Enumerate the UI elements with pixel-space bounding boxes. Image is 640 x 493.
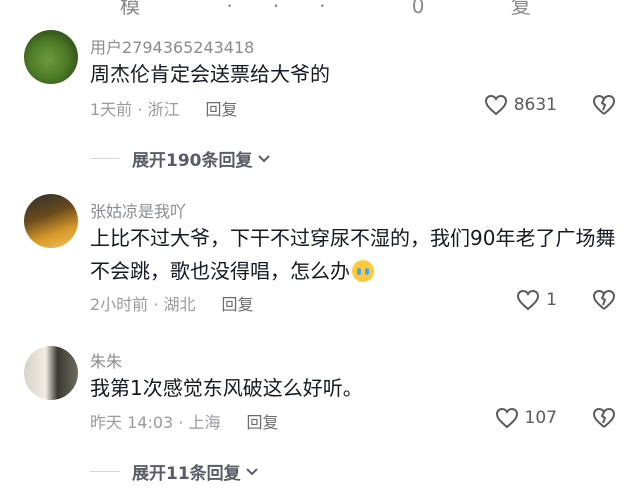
comment-username[interactable]: 用户2794365243418 [90,34,254,58]
comment-text: 我第1次感觉东风破这么好听。 [90,376,363,400]
crying-face-emoji-icon [352,260,374,282]
comment-username[interactable]: 朱朱 [90,348,122,372]
expand-replies-label: 展开11条回复 [132,464,241,484]
avatar[interactable] [24,346,78,400]
divider [90,158,120,159]
like-button[interactable]: 1 [516,289,557,311]
expand-replies-button[interactable]: 展开11条回复 [90,459,259,484]
broken-heart-icon [592,290,616,315]
comment-time-location: 2小时前 · 湖北 [90,295,196,314]
dislike-button[interactable] [592,407,616,433]
like-count: 107 [524,408,557,428]
avatar[interactable] [24,30,78,84]
dislike-button[interactable] [592,289,616,315]
comment-time-location: 昨天 14:03 · 上海 [90,413,221,432]
like-button[interactable]: 107 [495,407,557,429]
divider [90,471,120,472]
heart-outline-icon [495,407,519,429]
comment-meta: 昨天 14:03 · 上海 回复 [90,409,278,433]
comment-meta: 1天前 · 浙江 回复 [90,96,237,120]
heart-outline-icon [516,289,540,311]
comment-time-location: 1天前 · 浙江 [90,100,180,119]
chevron-down-icon [257,149,271,169]
like-count: 8631 [513,95,557,115]
broken-heart-icon [592,408,616,433]
chevron-down-icon [245,462,259,482]
comment-meta: 2小时前 · 湖北 回复 [90,291,253,315]
comment-username[interactable]: 张姑凉是我吖 [90,198,186,222]
reply-button[interactable]: 回复 [221,295,253,314]
scrolled-off-text: 模 ··· 0 复 [120,0,571,18]
comment-text: 上比不过大爷，下干不过穿尿不湿的，我们90年老了广场舞不会跳，歌也没得唱，怎么办 [90,222,620,288]
expand-replies-button[interactable]: 展开190条回复 [90,146,271,171]
reply-button[interactable]: 回复 [246,413,278,432]
comment-text: 周杰伦肯定会送票给大爷的 [90,62,330,86]
avatar[interactable] [24,194,78,248]
reply-button[interactable]: 回复 [205,100,237,119]
broken-heart-icon [592,95,616,120]
like-count: 1 [546,290,557,310]
dislike-button[interactable] [592,94,616,120]
heart-outline-icon [484,94,508,116]
expand-replies-label: 展开190条回复 [132,151,253,171]
like-button[interactable]: 8631 [484,94,557,116]
